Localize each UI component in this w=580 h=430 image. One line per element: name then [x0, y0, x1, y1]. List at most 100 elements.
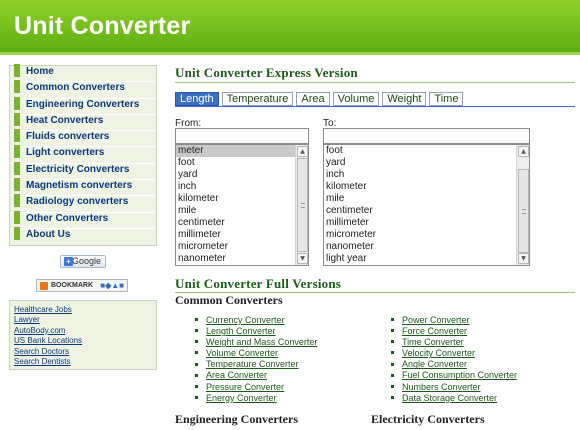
from-unit-option[interactable]: mile: [176, 205, 308, 217]
to-unit-option[interactable]: foot: [324, 145, 529, 157]
to-unit-option[interactable]: kilometer: [324, 181, 529, 193]
list-item: Temperature Converter: [195, 359, 317, 370]
bullet-icon: [195, 329, 198, 333]
bullet-icon: [195, 351, 198, 355]
bullet-icon: [391, 351, 394, 355]
common-converters-list-left: Currency Converter Length Converter Weig…: [195, 315, 317, 404]
to-unit-option[interactable]: micrometer: [324, 229, 529, 241]
list-item: Energy Converter: [195, 393, 317, 404]
to-listbox-scrollbar[interactable]: ▲ ▼: [516, 145, 529, 265]
link-healthcare-jobs[interactable]: Healthcare Jobs: [14, 305, 156, 315]
link-volume-converter[interactable]: Volume Converter: [206, 348, 278, 358]
from-unit-option[interactable]: centimeter: [176, 217, 308, 229]
bullet-icon: [14, 129, 20, 143]
bullet-icon: [195, 384, 198, 388]
tab-weight[interactable]: Weight: [382, 92, 427, 106]
to-unit-option[interactable]: inch: [324, 169, 529, 181]
sidebar-item-radiology-converters[interactable]: Radiology converters: [10, 194, 156, 213]
bullet-icon: [195, 362, 198, 366]
link-angle-converter[interactable]: Angle Converter: [402, 359, 467, 369]
tab-time[interactable]: Time: [429, 92, 464, 106]
tab-temperature[interactable]: Temperature: [221, 92, 294, 106]
bullet-icon: [195, 318, 198, 322]
link-numbers-converter[interactable]: Numbers Converter: [402, 382, 481, 392]
bullet-icon: [14, 112, 20, 126]
link-currency-converter[interactable]: Currency Converter: [206, 315, 285, 325]
link-search-dentists[interactable]: Search Dentists: [14, 357, 156, 367]
link-temperature-converter[interactable]: Temperature Converter: [206, 359, 299, 369]
bullet-icon: [195, 395, 198, 399]
to-unit-option[interactable]: light year: [324, 253, 529, 265]
to-unit-option[interactable]: millimeter: [324, 217, 529, 229]
from-unit-option[interactable]: millimeter: [176, 229, 308, 241]
scroll-thumb[interactable]: [297, 158, 308, 252]
google-plus-button[interactable]: + Google: [60, 255, 106, 268]
sidebar-item-magnetism-converters[interactable]: Magnetism converters: [10, 178, 156, 197]
bullet-icon: [14, 194, 20, 208]
from-unit-option[interactable]: kilometer: [176, 193, 308, 205]
share-services-icon: ■◆▲■: [100, 281, 124, 290]
link-lawyer[interactable]: Lawyer: [14, 315, 156, 325]
from-unit-option[interactable]: foot: [176, 157, 308, 169]
tab-area[interactable]: Area: [296, 92, 330, 106]
link-autobody[interactable]: AutoBody.com: [14, 326, 156, 336]
link-area-converter[interactable]: Area Converter: [206, 370, 267, 380]
sponsored-links: Healthcare Jobs Lawyer AutoBody.com US B…: [9, 300, 157, 370]
to-unit-listbox[interactable]: foot yard inch kilometer mile centimeter…: [323, 144, 530, 266]
sidebar-item-other-converters[interactable]: Other Converters: [10, 210, 156, 229]
to-unit-option[interactable]: mile: [324, 193, 529, 205]
list-item: Numbers Converter: [391, 382, 517, 393]
sidebar-item-electricity-converters[interactable]: Electricity Converters: [10, 161, 156, 181]
link-energy-converter[interactable]: Energy Converter: [206, 393, 277, 403]
link-fuel-consumption-converter[interactable]: Fuel Consumption Converter: [402, 370, 517, 380]
list-item: Velocity Converter: [391, 348, 517, 359]
sidebar-item-engineering-converters[interactable]: Engineering Converters: [10, 96, 156, 115]
from-unit-option[interactable]: inch: [176, 181, 308, 193]
link-time-converter[interactable]: Time Converter: [402, 337, 464, 347]
from-listbox-scrollbar[interactable]: ▲ ▼: [295, 145, 308, 265]
from-unit-option[interactable]: meter: [176, 145, 308, 157]
from-unit-option[interactable]: nanometer: [176, 253, 308, 265]
tabs-underline: [175, 106, 575, 107]
to-value-input[interactable]: [323, 128, 530, 144]
from-unit-option[interactable]: micrometer: [176, 241, 308, 253]
scroll-down-icon[interactable]: ▼: [518, 253, 529, 264]
sidebar-item-about-us[interactable]: About Us: [10, 226, 156, 245]
bullet-icon: [14, 226, 20, 240]
tab-volume[interactable]: Volume: [332, 92, 380, 106]
link-weight-and-mass-converter[interactable]: Weight and Mass Converter: [206, 337, 317, 347]
scroll-thumb[interactable]: [518, 169, 529, 253]
sidebar-nav: Home Common Converters Engineering Conve…: [9, 64, 157, 247]
express-version-title: Unit Converter Express Version: [175, 65, 358, 80]
link-velocity-converter[interactable]: Velocity Converter: [402, 348, 475, 358]
link-pressure-converter[interactable]: Pressure Converter: [206, 382, 284, 392]
from-value-input[interactable]: [175, 128, 309, 144]
link-force-converter[interactable]: Force Converter: [402, 326, 467, 336]
to-unit-option[interactable]: yard: [324, 157, 529, 169]
list-item: Weight and Mass Converter: [195, 337, 317, 348]
to-unit-option[interactable]: centimeter: [324, 205, 529, 217]
unit-category-tabs: Length Temperature Area Volume Weight Time: [175, 92, 466, 107]
link-us-bank-locations[interactable]: US Bank Locations: [14, 336, 156, 346]
link-power-converter[interactable]: Power Converter: [402, 315, 470, 325]
bullet-icon: [14, 178, 20, 192]
link-search-doctors[interactable]: Search Doctors: [14, 347, 156, 357]
from-unit-option[interactable]: yard: [176, 169, 308, 181]
scroll-up-icon[interactable]: ▲: [518, 146, 529, 157]
to-unit-option[interactable]: nanometer: [324, 241, 529, 253]
sidebar-item-home[interactable]: Home: [10, 64, 156, 83]
bullet-icon: [14, 145, 20, 159]
sidebar-item-fluids-converters[interactable]: Fluids converters: [10, 129, 156, 148]
tab-length[interactable]: Length: [175, 92, 219, 106]
scroll-up-icon[interactable]: ▲: [297, 146, 308, 157]
sidebar-item-light-converters[interactable]: Light converters: [10, 145, 156, 164]
link-data-storage-converter[interactable]: Data Storage Converter: [402, 393, 497, 403]
sidebar-item-heat-converters[interactable]: Heat Converters: [10, 112, 156, 132]
link-length-converter[interactable]: Length Converter: [206, 326, 276, 336]
scroll-down-icon[interactable]: ▼: [297, 253, 308, 264]
bullet-icon: [14, 64, 20, 77]
bullet-icon: [14, 161, 20, 175]
from-unit-listbox[interactable]: meter foot yard inch kilometer mile cent…: [175, 144, 309, 266]
bookmark-button[interactable]: BOOKMARK ■◆▲■: [36, 279, 128, 292]
sidebar-item-common-converters[interactable]: Common Converters: [10, 80, 156, 99]
